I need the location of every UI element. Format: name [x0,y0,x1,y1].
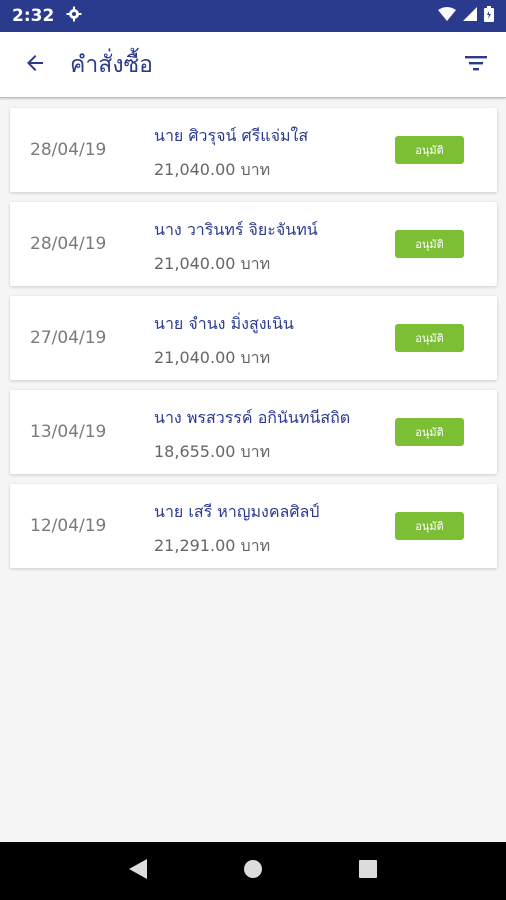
order-amount: 21,040.00 บาท [154,254,271,273]
order-amount: 21,040.00 บาท [154,160,271,179]
signal-icon [463,6,477,26]
arrow-left-icon [23,51,47,79]
order-card[interactable]: 27/04/19 นาย จำนง มิ่งสูงเนิน 21,040.00 … [10,296,497,380]
filter-button[interactable] [446,32,506,98]
page-title: คำสั่งซื้อ [70,51,153,78]
battery-icon [484,5,494,27]
back-button[interactable] [0,32,70,98]
gear-icon [66,6,82,26]
nav-home-button[interactable] [233,851,273,891]
order-card[interactable]: 28/04/19 นาย ศิวรุจน์ ศรีแจ่มใส 21,040.0… [10,108,497,192]
order-date: 12/04/19 [30,516,107,536]
order-date: 28/04/19 [30,140,107,160]
status-badge: อนุมัติ [395,136,464,164]
order-date: 13/04/19 [30,422,107,442]
order-amount: 21,291.00 บาท [154,536,271,555]
system-nav-bar [0,842,506,900]
status-icons [438,5,494,27]
nav-recents-button[interactable] [348,851,388,891]
customer-name: นาย เสรี หาญมงคลศิลป์ [154,502,320,521]
order-date: 28/04/19 [30,234,107,254]
customer-name: นาย จำนง มิ่งสูงเนิน [154,314,294,333]
circle-home-icon [243,859,263,883]
order-card[interactable]: 12/04/19 นาย เสรี หาญมงคลศิลป์ 21,291.00… [10,484,497,568]
status-bar: 2:32 [0,0,506,32]
status-badge: อนุมัติ [395,230,464,258]
status-time: 2:32 [12,6,55,26]
order-date: 27/04/19 [30,328,107,348]
order-card[interactable]: 13/04/19 นาง พรสวรรค์ อกินันทนีสถิต 18,6… [10,390,497,474]
customer-name: นาย ศิวรุจน์ ศรีแจ่มใส [154,126,309,145]
customer-name: นาง พรสวรรค์ อกินันทนีสถิต [154,408,351,427]
square-recents-icon [359,860,378,882]
status-badge: อนุมัติ [395,418,464,446]
order-card[interactable]: 28/04/19 นาง วารินทร์ จิยะจันทน์ 21,040.… [10,202,497,286]
filter-icon [465,55,487,75]
order-amount: 18,655.00 บาท [154,442,271,461]
nav-back-button[interactable] [118,851,158,891]
order-amount: 21,040.00 บาท [154,348,271,367]
status-badge: อนุมัติ [395,512,464,540]
wifi-icon [438,6,456,26]
app-bar: คำสั่งซื้อ [0,32,506,98]
customer-name: นาง วารินทร์ จิยะจันทน์ [154,220,318,239]
status-badge: อนุมัติ [395,324,464,352]
order-list: 28/04/19 นาย ศิวรุจน์ ศรีแจ่มใส 21,040.0… [10,108,497,578]
triangle-back-icon [128,858,148,884]
